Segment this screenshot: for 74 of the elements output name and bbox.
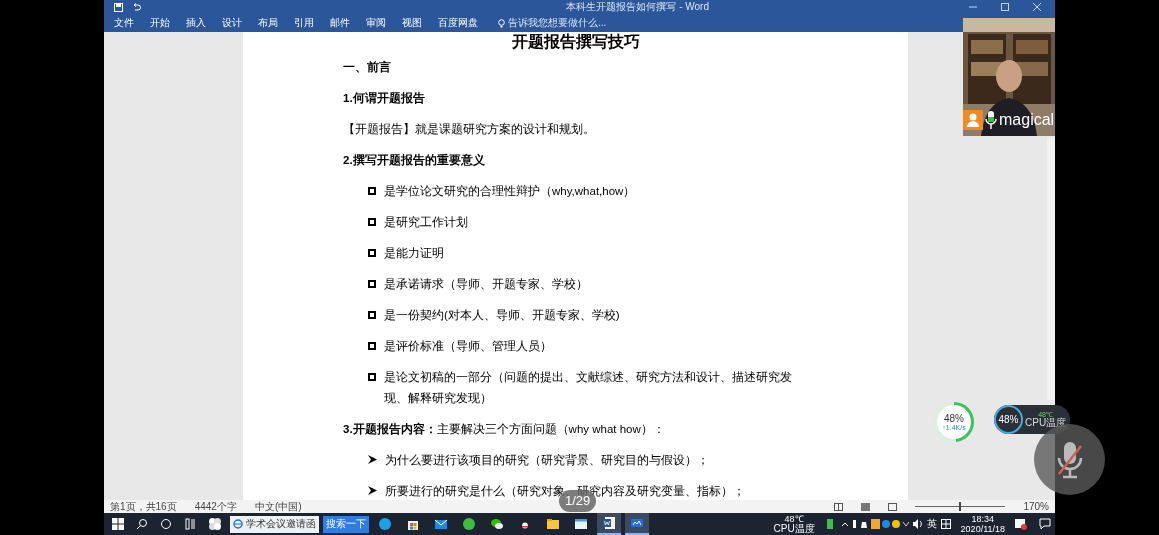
- maximize-icon[interactable]: [1001, 3, 1009, 11]
- cpu-label: CPU温度: [1025, 418, 1067, 428]
- browser-search-field[interactable]: 学术会议邀请函: [230, 515, 319, 533]
- document-paragraph: 是学位论文研究的合理性辩护（why,what,how）: [384, 184, 636, 199]
- checkbox-bullet-icon: [368, 249, 376, 257]
- arrow-bullet-icon: [368, 486, 377, 495]
- save-icon[interactable]: [114, 2, 123, 12]
- ribbon-tab[interactable]: 引用: [292, 18, 316, 28]
- document-title: 开题报告撰写技巧: [511, 32, 640, 52]
- microphone-muted-icon: [1055, 440, 1084, 479]
- ribbon-tab[interactable]: 邮件: [328, 18, 352, 28]
- network-reading: 48%: [944, 413, 964, 424]
- windows-start-icon[interactable]: [112, 518, 124, 530]
- clock-text[interactable]: 18:34 2020/11/18: [960, 514, 1005, 534]
- circle-icon[interactable]: [160, 518, 172, 530]
- checkbox-bullet-icon: [368, 218, 376, 226]
- document-paragraph: 一、前言: [343, 60, 391, 75]
- document-paragraph: 是评价标准（导师、管理人员）: [384, 339, 552, 354]
- ribbon-tab[interactable]: 文件: [112, 18, 136, 28]
- checkbox-bullet-icon: [368, 311, 376, 319]
- ribbon-tab[interactable]: 百度网盘: [436, 18, 480, 28]
- tell-me-field[interactable]: 告诉我您想要做什么...: [498, 18, 607, 28]
- document-paragraph: 为什么要进行该项目的研究（研究背景、研究目的与假设）；: [385, 453, 709, 468]
- input-method-text[interactable]: 英: [926, 519, 937, 529]
- cpu-temperature-text: 48℃ CPU温度: [773, 514, 815, 534]
- checkbox-bullet-icon: [368, 342, 376, 350]
- document-paragraph: 2.撰写开题报告的重要意义: [343, 152, 485, 168]
- document-paragraph: 3.开题报告内容：主要解决三个方面问题（why what how）：: [343, 421, 665, 437]
- status-text: 第1页，共16页: [110, 501, 177, 512]
- tray-app-icons-drawing[interactable]: [852, 519, 909, 529]
- ribbon-tab[interactable]: 开始: [148, 18, 172, 28]
- undo-icon[interactable]: [131, 2, 141, 12]
- search-icon[interactable]: [136, 518, 148, 530]
- status-text: 4442个字: [194, 501, 237, 512]
- keyboard-icon[interactable]: [940, 519, 951, 529]
- user-avatar-icon: [963, 110, 983, 130]
- close-icon[interactable]: [1033, 3, 1041, 11]
- document-paragraph: 是承诺请求（导师、开题专家、学校）: [384, 277, 588, 292]
- document-paragraph: 是研究工作计划: [384, 215, 468, 230]
- zoom-reading: 170%: [1023, 501, 1049, 512]
- read-mode-icon[interactable]: [834, 502, 844, 511]
- search-button[interactable]: 搜索一下: [323, 515, 369, 533]
- taskbar-app-icon[interactable]: [597, 513, 621, 535]
- ribbon-tab[interactable]: 视图: [400, 18, 424, 28]
- notification-icon[interactable]: [1015, 518, 1027, 530]
- document-paragraph: 是论文初稿的一部分（问题的提出、文献综述、研究方法和设计、描述研究发现、解释研究发现）: [384, 370, 793, 406]
- chevron-up-icon[interactable]: [840, 521, 849, 527]
- battery-icon[interactable]: [826, 519, 833, 529]
- ribbon-tab[interactable]: 插入: [184, 18, 208, 28]
- web-layout-icon[interactable]: [888, 502, 898, 511]
- ribbon-tab[interactable]: 布局: [256, 18, 280, 28]
- scrollbar[interactable]: [1047, 138, 1055, 400]
- checkbox-bullet-icon: [368, 187, 376, 195]
- ribbon-tab[interactable]: 审阅: [364, 18, 388, 28]
- volume-icon[interactable]: [912, 519, 923, 529]
- checkbox-bullet-icon: [368, 280, 376, 288]
- cpu-reading: 48%: [998, 414, 1019, 425]
- window-title: 本科生开题报告如何撰写 - Word: [566, 2, 709, 12]
- document-paragraph: 【开题报告】就是课题研究方案的设计和规划。: [343, 122, 595, 137]
- document-paragraph: 是能力证明: [384, 246, 444, 261]
- arrow-bullet-icon: [368, 455, 377, 464]
- checkbox-bullet-icon: [368, 373, 376, 381]
- browser-icon: [233, 519, 243, 529]
- document-paragraph: 1.何谓开题报告: [343, 90, 425, 106]
- participant-name: magical: [999, 112, 1055, 128]
- ribbon-tab[interactable]: 设计: [220, 18, 244, 28]
- document-paragraph: 是一份契约(对本人、导师、开题专家、学校): [384, 308, 620, 323]
- chat-bubble-icon[interactable]: [1039, 518, 1051, 530]
- lightbulb-icon: [498, 18, 505, 28]
- microphone-icon: [985, 110, 997, 130]
- zoom-thumb[interactable]: [959, 502, 962, 511]
- status-text: 中文(中国): [254, 501, 302, 512]
- print-layout-icon[interactable]: [861, 502, 871, 511]
- task-view-icon[interactable]: [184, 518, 196, 530]
